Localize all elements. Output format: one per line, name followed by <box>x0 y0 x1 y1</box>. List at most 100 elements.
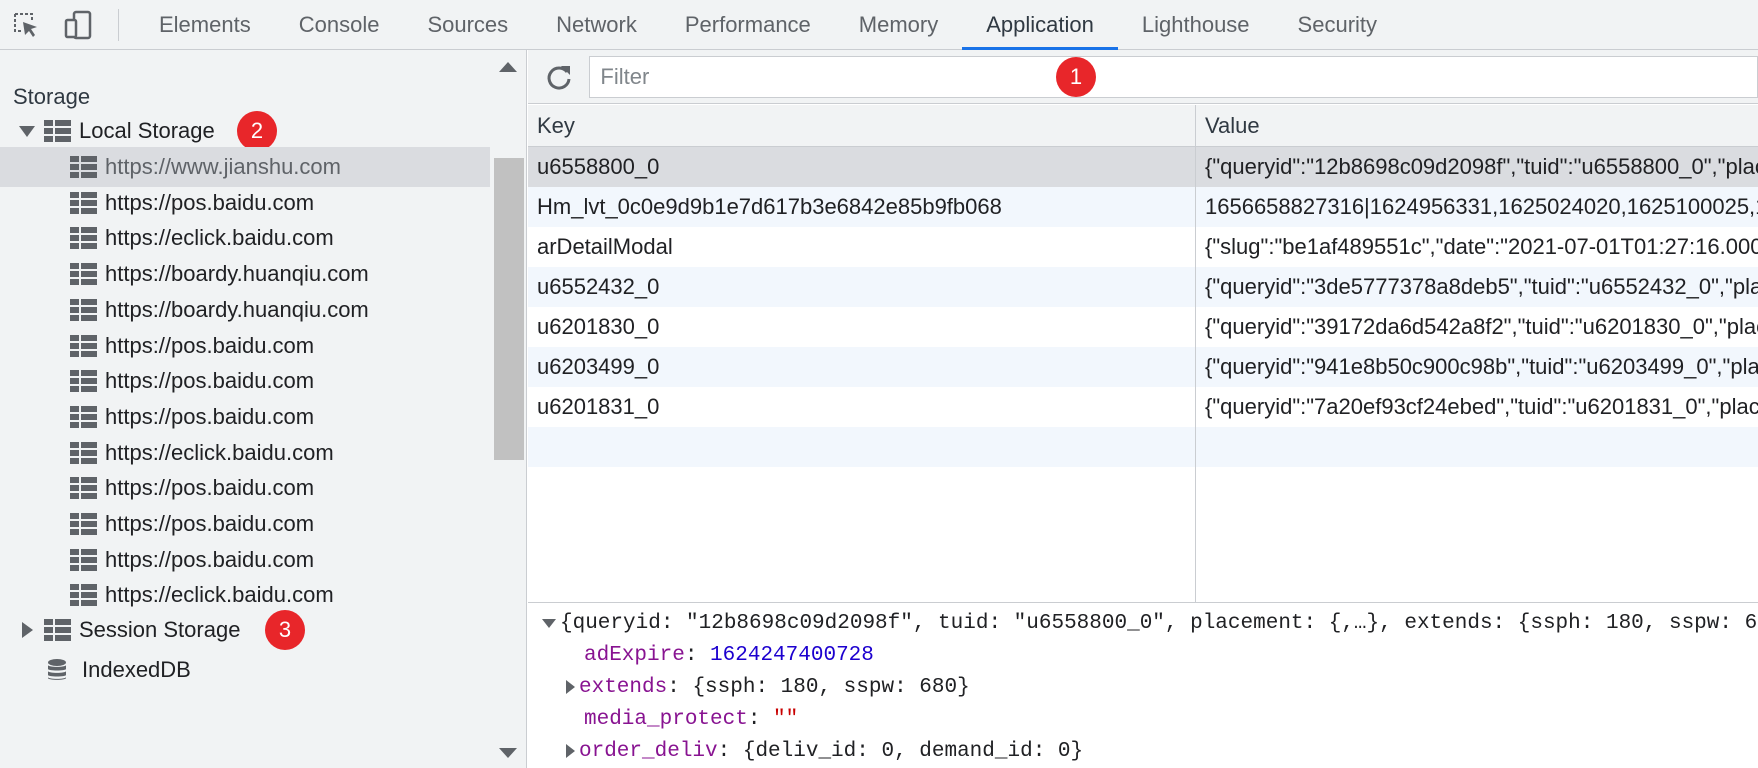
storage-grid-icon <box>70 513 97 535</box>
local-storage-origin-item[interactable]: https://boardy.huanqiu.com <box>0 254 490 294</box>
storage-grid-icon <box>70 156 97 178</box>
storage-grid-icon <box>70 227 97 250</box>
expand-arrow-icon[interactable] <box>22 622 44 638</box>
tab-sources[interactable]: Sources <box>403 0 532 49</box>
object-property[interactable]: extends: {ssph: 180, sspw: 680} <box>566 671 970 703</box>
local-storage-origin-item[interactable]: https://www.jianshu.com <box>0 147 490 187</box>
property-value: 1624247400728 <box>710 643 874 667</box>
origin-label: https://pos.baidu.com <box>105 403 315 429</box>
panel-tabs: Elements Console Sources Network Performance… <box>135 0 1401 50</box>
storage-grid-icon <box>70 441 97 464</box>
local-storage-origin-item[interactable]: https://pos.baidu.com <box>0 468 490 508</box>
collapse-arrow-icon[interactable] <box>542 618 556 628</box>
object-property: media_protect: "" <box>584 703 798 735</box>
application-sidebar: Storage Local Storage 2 https://www.jian… <box>0 50 527 768</box>
local-storage-origin-item[interactable]: https://pos.baidu.com <box>0 361 490 401</box>
cursor-select-icon <box>14 13 37 37</box>
object-property[interactable]: order_deliv: {deliv_id: 0, demand_id: 0} <box>566 735 1083 767</box>
local-storage-origin-item[interactable]: https://pos.baidu.com <box>0 183 490 223</box>
tab-memory[interactable]: Memory <box>835 0 962 49</box>
inspect-element-button[interactable] <box>0 0 52 50</box>
scroll-down-arrow-icon[interactable] <box>499 748 517 758</box>
tab-security[interactable]: Security <box>1274 0 1401 49</box>
origin-label: https://eclick.baidu.com <box>105 439 334 465</box>
table-row[interactable]: Hm_lvt_0c0e9d9b1e7d617b3e6842e85b9fb068 1… <box>528 187 1758 227</box>
tab-lighthouse[interactable]: Lighthouse <box>1118 0 1274 49</box>
cell-key: u6552432_0 <box>528 267 1196 307</box>
table-row[interactable]: u6201831_0 {"queryid":"7a20ef93cf24ebed",… <box>528 387 1758 427</box>
local-storage-origin-item[interactable]: https://eclick.baidu.com <box>0 433 490 473</box>
cell-value: {"queryid":"7a20ef93cf24ebed","tuid":"u6… <box>1205 394 1758 419</box>
column-header-value[interactable]: Value <box>1196 105 1758 146</box>
filter-input[interactable] <box>589 55 1758 98</box>
refresh-button[interactable] <box>528 50 589 104</box>
storage-grid-icon <box>70 584 97 607</box>
origin-label: https://eclick.baidu.com <box>105 582 334 608</box>
table-row[interactable]: arDetailModal {"slug":"be1af489551c","dat… <box>528 227 1758 267</box>
key-value-table: Key Value u6558800_0 {"queryid":"12b8698c… <box>528 105 1758 603</box>
tree-item-indexeddb[interactable]: IndexedDB <box>0 650 490 690</box>
table-filler <box>528 467 1758 602</box>
origin-label: https://pos.baidu.com <box>105 189 315 215</box>
storage-grid-icon <box>44 619 71 641</box>
column-header-key[interactable]: Key <box>528 105 1196 146</box>
object-summary[interactable]: {queryid: "12b8698c09d2098f", tuid: "u65… <box>542 607 1758 639</box>
local-storage-origin-item[interactable]: https://boardy.huanqiu.com <box>0 290 490 330</box>
device-toolbar-button[interactable] <box>52 0 104 50</box>
property-colon: : <box>667 675 693 699</box>
storage-grid-icon <box>70 191 97 214</box>
table-header: Key Value <box>528 105 1758 147</box>
cell-key: u6201831_0 <box>528 387 1196 427</box>
object-property: adExpire: 1624247400728 <box>584 639 874 671</box>
storage-grid-icon <box>70 370 97 393</box>
local-storage-origin-item[interactable]: https://pos.baidu.com <box>0 326 490 366</box>
column-divider <box>528 467 1196 602</box>
refresh-icon <box>547 65 571 90</box>
tab-performance[interactable]: Performance <box>661 0 835 49</box>
device-mode-icon <box>64 10 92 40</box>
storage-grid-icon <box>70 298 97 321</box>
storage-toolbar <box>528 50 1758 104</box>
tree-item-label: Local Storage <box>79 118 215 143</box>
table-row[interactable]: u6558800_0 {"queryid":"12b8698c09d2098f",… <box>528 147 1758 187</box>
local-storage-origin-item[interactable]: https://pos.baidu.com <box>0 540 490 580</box>
storage-section-title: Storage <box>13 84 91 109</box>
storage-grid-icon <box>70 334 97 357</box>
annotation-badge: 2 <box>237 111 277 151</box>
origin-label: https://boardy.huanqiu.com <box>105 296 369 322</box>
property-key: media_protect <box>584 707 748 731</box>
table-row[interactable]: u6203499_0 {"queryid":"941e8b50c900c98b",… <box>528 347 1758 387</box>
expand-arrow-icon[interactable] <box>19 125 41 137</box>
expand-arrow-icon[interactable] <box>566 680 575 694</box>
property-value: {deliv_id: 0, demand_id: 0} <box>742 739 1084 763</box>
property-value: "" <box>773 707 799 731</box>
property-colon: : <box>717 739 743 763</box>
local-storage-origin-item[interactable]: https://pos.baidu.com <box>0 397 490 437</box>
cell-value <box>1196 427 1758 467</box>
tree-item-session-storage[interactable]: Session Storage <box>0 610 490 650</box>
cell-key: u6203499_0 <box>528 347 1196 387</box>
scroll-up-arrow-icon[interactable] <box>499 62 517 72</box>
tab-console[interactable]: Console <box>275 0 404 49</box>
table-body: u6558800_0 {"queryid":"12b8698c09d2098f",… <box>528 147 1758 602</box>
sidebar-scroll-thumb[interactable] <box>494 158 524 460</box>
origin-label: https://pos.baidu.com <box>105 546 315 572</box>
origin-label: https://pos.baidu.com <box>105 511 315 536</box>
table-row[interactable]: u6201830_0 {"queryid":"39172da6d542a8f2",… <box>528 307 1758 347</box>
tab-network[interactable]: Network <box>532 0 661 49</box>
cell-key: u6558800_0 <box>528 147 1196 187</box>
cell-key <box>528 427 1196 467</box>
tab-elements[interactable]: Elements <box>135 0 275 49</box>
origin-label: https://pos.baidu.com <box>105 368 315 394</box>
storage-grid-icon <box>70 263 97 286</box>
local-storage-origin-item[interactable]: https://pos.baidu.com <box>0 504 490 544</box>
tree-item-label: Session Storage <box>79 617 241 642</box>
storage-grid-icon <box>70 548 97 571</box>
expand-arrow-icon[interactable] <box>566 744 575 758</box>
tree-item-label: IndexedDB <box>82 657 191 682</box>
tab-application[interactable]: Application <box>962 0 1118 50</box>
property-key: extends <box>579 675 668 699</box>
table-row[interactable]: u6552432_0 {"queryid":"3de5777378a8deb5",… <box>528 267 1758 307</box>
property-colon: : <box>684 643 711 667</box>
local-storage-origin-item[interactable]: https://eclick.baidu.com <box>0 218 490 258</box>
